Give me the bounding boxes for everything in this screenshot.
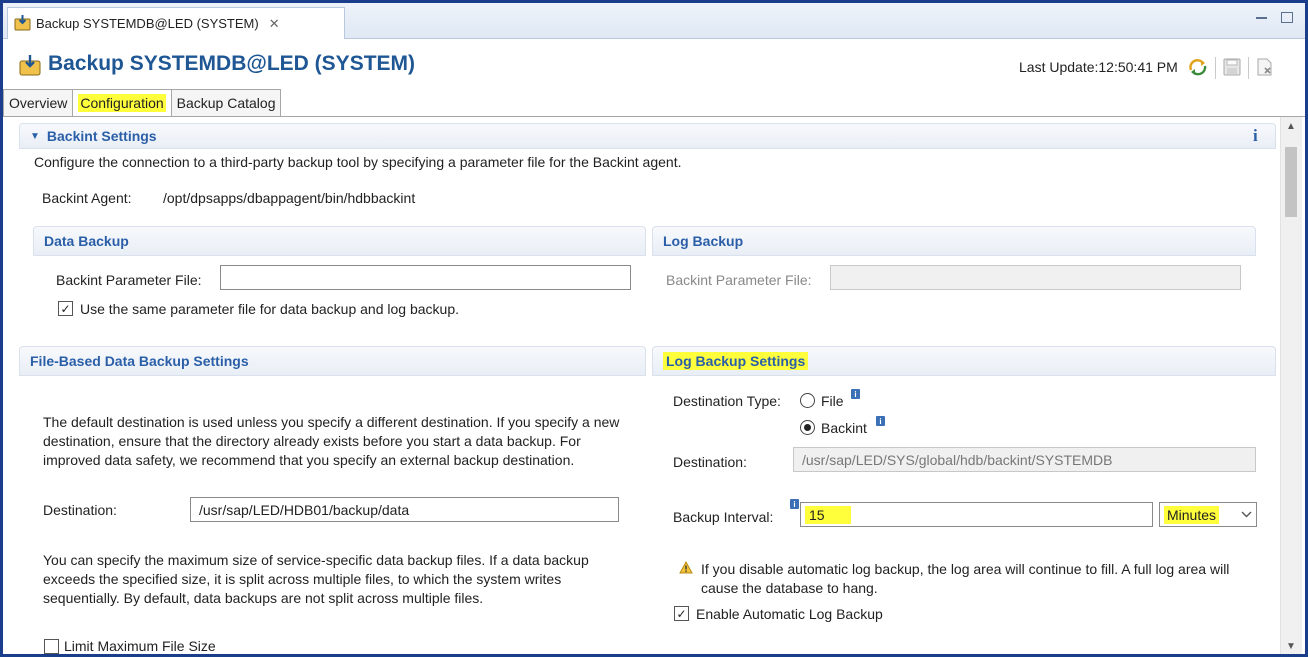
maximize-icon[interactable] <box>1281 12 1293 23</box>
editor-tab[interactable]: Backup SYSTEMDB@LED (SYSTEM) ✕ <box>7 7 345 39</box>
file-based-description: The default destination is used unless y… <box>43 414 620 468</box>
file-based-settings-title: File-Based Data Backup Settings <box>30 353 249 369</box>
backup-interval-input[interactable]: 15 <box>800 502 1153 527</box>
tab-configuration[interactable]: Configuration <box>72 89 172 116</box>
tab-configuration-label: Configuration <box>78 94 166 112</box>
last-update-label: Last Update: <box>1019 59 1099 75</box>
page-title: Backup SYSTEMDB@LED (SYSTEM) <box>48 52 416 75</box>
collapse-triangle-icon[interactable]: ▼ <box>30 131 40 142</box>
editor-tab-title: Backup SYSTEMDB@LED (SYSTEM) <box>36 16 259 31</box>
destination-type-file-radio[interactable] <box>800 393 815 408</box>
log-warning-text: If you disable automatic log backup, the… <box>701 561 1230 596</box>
close-icon[interactable]: ✕ <box>269 16 280 32</box>
backup-interval-value: 15 <box>805 505 851 524</box>
backint-settings-title: Backint Settings <box>46 128 157 144</box>
data-backint-param-input[interactable] <box>220 265 631 290</box>
scroll-thumb[interactable] <box>1285 147 1297 217</box>
enable-auto-log-backup-label: Enable Automatic Log Backup <box>696 606 883 622</box>
chevron-down-icon <box>1241 509 1252 521</box>
minimize-icon[interactable] <box>1256 17 1267 19</box>
last-update-time: 12:50:41 PM <box>1098 59 1178 75</box>
log-destination-label: Destination: <box>673 454 747 470</box>
destination-type-file-label: File <box>821 393 844 409</box>
toolbar-separator <box>1215 57 1216 79</box>
log-backint-param-input <box>830 265 1241 290</box>
tab-backup-catalog[interactable]: Backup Catalog <box>170 89 282 116</box>
refresh-icon[interactable] <box>1188 58 1208 79</box>
limit-file-size-checkbox[interactable] <box>44 639 59 654</box>
log-backint-param-label: Backint Parameter File: <box>666 272 812 288</box>
destination-type-backint-radio[interactable] <box>800 420 815 435</box>
info-icon[interactable]: i <box>790 499 799 509</box>
tabs-divider <box>3 116 1305 117</box>
backup-interval-label: Backup Interval: <box>673 509 774 525</box>
vertical-scrollbar[interactable]: ▲ ▼ <box>1280 117 1302 654</box>
backint-settings-header[interactable]: ▼ Backint Settings <box>19 123 1276 149</box>
info-icon[interactable]: i <box>1253 126 1258 146</box>
data-backint-param-label: Backint Parameter File: <box>56 272 202 288</box>
tab-overview[interactable]: Overview <box>3 89 74 116</box>
backup-editor: Backup SYSTEMDB@LED (SYSTEM) ✕ Backup SY… <box>0 0 1308 657</box>
warning-icon <box>679 560 693 577</box>
same-param-file-label: Use the same parameter file for data bac… <box>80 301 459 317</box>
scroll-down-icon[interactable]: ▼ <box>1286 641 1296 652</box>
tab-backup-catalog-label: Backup Catalog <box>176 95 276 111</box>
backint-description: Configure the connection to a third-part… <box>34 154 682 170</box>
tab-overview-label: Overview <box>9 95 68 111</box>
log-backup-settings-title: Log Backup Settings <box>663 352 809 370</box>
editor-tab-bar: Backup SYSTEMDB@LED (SYSTEM) ✕ <box>3 3 1305 39</box>
backint-agent-label: Backint Agent: <box>42 190 132 206</box>
backup-icon <box>19 54 41 79</box>
info-icon[interactable]: i <box>851 389 860 399</box>
log-backup-header: Log Backup <box>652 226 1256 256</box>
last-update: Last Update:12:50:41 PM <box>1019 59 1178 75</box>
log-backup-title: Log Backup <box>663 233 744 249</box>
file-based-settings-header: File-Based Data Backup Settings <box>19 346 646 376</box>
file-destination-label: Destination: <box>43 502 117 518</box>
limit-file-size-label: Limit Maximum File Size <box>64 638 216 654</box>
editor-page-tabs: Overview Configuration Backup Catalog <box>3 89 282 116</box>
log-destination-input: /usr/sap/LED/SYS/global/hdb/backint/SYST… <box>793 447 1256 472</box>
log-backup-settings-header: Log Backup Settings <box>652 346 1276 376</box>
destination-type-label: Destination Type: <box>673 393 781 409</box>
interval-unit-select[interactable]: Minutes <box>1159 502 1257 527</box>
data-backup-title: Data Backup <box>44 233 129 249</box>
backup-icon <box>14 14 31 34</box>
info-icon[interactable]: i <box>876 416 885 426</box>
scroll-up-icon[interactable]: ▲ <box>1286 121 1296 132</box>
file-destination-input[interactable]: /usr/sap/LED/HDB01/backup/data <box>190 497 619 522</box>
save-icon[interactable] <box>1223 58 1241 79</box>
data-backup-header: Data Backup <box>33 226 646 256</box>
interval-unit-value: Minutes <box>1164 505 1220 524</box>
max-size-description: You can specify the maximum size of serv… <box>43 552 589 606</box>
enable-auto-log-backup-checkbox[interactable]: ✓ <box>674 606 689 621</box>
backint-agent-path: /opt/dpsapps/dbappagent/bin/hdbbackint <box>163 190 416 206</box>
toolbar-separator <box>1248 57 1249 79</box>
destination-type-backint-label: Backint <box>821 420 867 436</box>
same-param-file-checkbox[interactable]: ✓ <box>58 301 73 316</box>
discard-icon[interactable] <box>1256 58 1274 79</box>
